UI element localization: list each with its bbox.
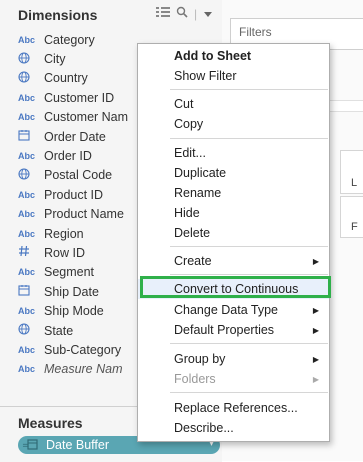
menu-label: Change Data Type bbox=[174, 303, 279, 317]
calendar-measure-icon: = bbox=[22, 438, 46, 453]
submenu-arrow-icon: ▶ bbox=[312, 325, 319, 335]
menu-item-hide[interactable]: Hide bbox=[138, 203, 329, 223]
marks-card-bottom[interactable]: F bbox=[340, 196, 363, 238]
card-letter: F bbox=[351, 221, 358, 233]
menu-item-copy[interactable]: Copy bbox=[138, 114, 329, 134]
dimension-field-label: Customer ID bbox=[44, 90, 115, 105]
menu-label: Cut bbox=[174, 97, 194, 111]
menu-item-rename[interactable]: Rename bbox=[138, 183, 329, 203]
menu-label: Duplicate bbox=[174, 166, 227, 180]
chevron-down-icon[interactable] bbox=[203, 7, 213, 21]
submenu-arrow-icon: ▶ bbox=[312, 256, 319, 266]
menu-item-delete[interactable]: Delete bbox=[138, 223, 329, 243]
globe-icon bbox=[18, 168, 44, 183]
string-type-icon: Abc bbox=[18, 34, 36, 45]
dimension-field-label: Sub-Category bbox=[44, 342, 122, 357]
marks-card-top[interactable]: L bbox=[340, 150, 363, 194]
submenu-arrow-icon: ▶ bbox=[312, 305, 319, 315]
dimensions-header-tools: | bbox=[156, 6, 213, 21]
submenu-arrow-icon: ▶ bbox=[312, 354, 319, 364]
menu-label: Copy bbox=[174, 117, 204, 131]
globe-icon bbox=[18, 71, 44, 86]
globe-icon bbox=[18, 52, 44, 67]
menu-label: Rename bbox=[174, 186, 222, 200]
dimension-field-label: Product Name bbox=[44, 207, 124, 222]
menu-item-cut[interactable]: Cut bbox=[138, 94, 329, 114]
context-menu: Add to Sheet Show Filter Cut Copy Edit..… bbox=[137, 43, 330, 442]
menu-separator bbox=[170, 274, 328, 275]
menu-item-create[interactable]: Create ▶ bbox=[138, 251, 329, 271]
menu-label: Edit... bbox=[174, 146, 206, 160]
menu-label: Add to Sheet bbox=[174, 49, 252, 63]
calendar-icon bbox=[18, 284, 44, 299]
string-type-icon: Abc bbox=[18, 112, 36, 123]
dimension-field-label: Region bbox=[44, 226, 84, 241]
menu-item-show-filter[interactable]: Show Filter bbox=[138, 66, 329, 86]
dimension-field-label: Customer Nam bbox=[44, 110, 129, 125]
string-type-icon: Abc bbox=[18, 344, 36, 355]
menu-separator bbox=[170, 343, 328, 344]
measure-pill-label: Date Buffer bbox=[46, 438, 110, 452]
view-toggle-icon[interactable] bbox=[156, 6, 170, 21]
dimension-field-label: Country bbox=[44, 71, 88, 86]
string-type-icon: Abc bbox=[18, 151, 36, 162]
dimension-field-label: Measure Nam bbox=[44, 362, 123, 377]
dimension-field-label: Category bbox=[44, 32, 95, 47]
string-type-icon: Abc bbox=[18, 228, 36, 239]
string-type-icon: Abc bbox=[18, 92, 36, 103]
menu-label: Show Filter bbox=[174, 69, 237, 83]
menu-item-describe[interactable]: Describe... bbox=[138, 418, 329, 438]
dimensions-header: Dimensions | bbox=[0, 0, 222, 28]
menu-item-replace-references[interactable]: Replace References... bbox=[138, 398, 329, 418]
menu-item-change-data-type[interactable]: Change Data Type ▶ bbox=[138, 300, 329, 320]
menu-item-folders: Folders ▶ bbox=[138, 369, 329, 389]
card-letter: L bbox=[351, 177, 358, 189]
menu-label: Group by bbox=[174, 352, 226, 366]
dimension-field-label: State bbox=[44, 323, 74, 338]
header-divider: | bbox=[194, 6, 198, 21]
menu-separator bbox=[170, 138, 328, 139]
string-type-icon: Abc bbox=[18, 267, 36, 278]
menu-item-add-to-sheet[interactable]: Add to Sheet bbox=[138, 46, 329, 66]
dimension-field-label: Order ID bbox=[44, 149, 92, 164]
string-type-icon: Abc bbox=[18, 189, 36, 200]
dimension-field-label: Segment bbox=[44, 265, 95, 280]
number-type-icon bbox=[18, 245, 44, 260]
string-type-icon: Abc bbox=[18, 209, 36, 220]
string-type-icon: Abc bbox=[18, 306, 36, 317]
dimension-field-label: City bbox=[44, 52, 66, 67]
menu-label: Delete bbox=[174, 226, 211, 240]
menu-item-edit[interactable]: Edit... bbox=[138, 143, 329, 163]
menu-label: Folders bbox=[174, 372, 216, 386]
menu-label: Hide bbox=[174, 206, 200, 220]
submenu-arrow-icon: ▶ bbox=[312, 374, 319, 384]
globe-icon bbox=[18, 323, 44, 338]
dimension-field-label: Order Date bbox=[44, 129, 106, 144]
menu-item-default-properties[interactable]: Default Properties ▶ bbox=[138, 320, 329, 340]
search-icon[interactable] bbox=[176, 6, 188, 21]
menu-label: Describe... bbox=[174, 421, 234, 435]
dimension-field-label: Ship Date bbox=[44, 284, 99, 299]
dimension-field-label: Postal Code bbox=[44, 168, 113, 183]
menu-label: Create bbox=[174, 254, 212, 268]
string-type-icon: Abc bbox=[18, 364, 36, 375]
menu-separator bbox=[170, 89, 328, 90]
menu-separator bbox=[170, 392, 328, 393]
calendar-icon bbox=[18, 129, 44, 144]
measures-title: Measures bbox=[18, 415, 83, 431]
menu-label: Default Properties bbox=[174, 323, 275, 337]
dimension-field-label: Product ID bbox=[44, 187, 104, 202]
menu-label: Replace References... bbox=[174, 401, 298, 415]
dimension-field-label: Row ID bbox=[44, 245, 85, 260]
highlight-box bbox=[140, 276, 331, 298]
dimension-field-label: Ship Mode bbox=[44, 304, 104, 319]
filters-label: Filters bbox=[239, 25, 272, 39]
menu-item-group-by[interactable]: Group by ▶ bbox=[138, 349, 329, 369]
menu-separator bbox=[170, 246, 328, 247]
dimensions-title: Dimensions bbox=[18, 7, 98, 23]
menu-item-duplicate[interactable]: Duplicate bbox=[138, 163, 329, 183]
